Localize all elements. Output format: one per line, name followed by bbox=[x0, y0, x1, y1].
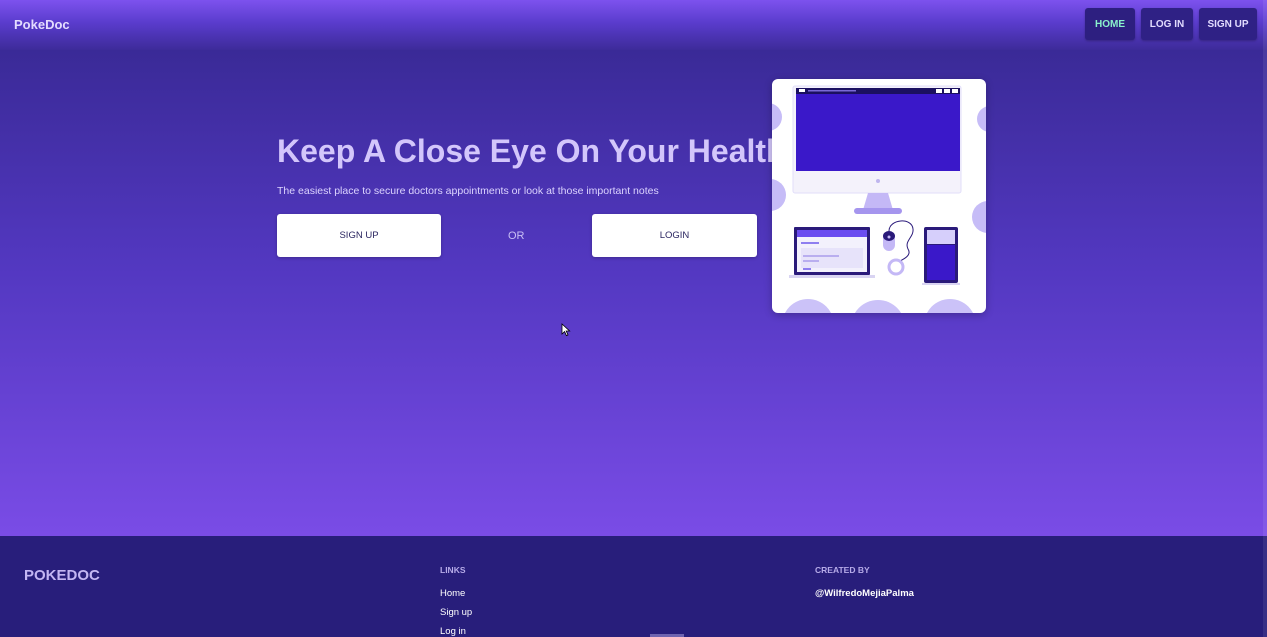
page-scrollbar[interactable] bbox=[1263, 0, 1267, 637]
navbar: PokeDoc HOME LOG IN SIGN UP bbox=[0, 0, 1267, 50]
footer-link-signup[interactable]: Sign up bbox=[440, 607, 472, 618]
or-divider-text: OR bbox=[508, 230, 525, 242]
hero-section: Keep A Close Eye On Your Health The easi… bbox=[0, 50, 1267, 536]
hero-subtitle: The easiest place to secure doctors appo… bbox=[277, 185, 659, 197]
footer: POKEDOC LINKS Home Sign up Log in CREATE… bbox=[0, 536, 1267, 637]
footer-created-heading: CREATED BY bbox=[815, 565, 870, 575]
devices-illustration bbox=[772, 79, 986, 313]
footer-link-home[interactable]: Home bbox=[440, 588, 465, 599]
footer-links-heading: LINKS bbox=[440, 565, 466, 575]
mouse-cursor-icon bbox=[561, 323, 571, 337]
devices-illustration-svg bbox=[772, 85, 986, 313]
footer-author-link[interactable]: @WilfredoMejiaPalma bbox=[815, 588, 914, 599]
nav-login-button[interactable]: LOG IN bbox=[1141, 8, 1193, 40]
brand-logo-text[interactable]: PokeDoc bbox=[14, 17, 70, 32]
hero-title: Keep A Close Eye On Your Health bbox=[277, 133, 786, 169]
nav-home-button[interactable]: HOME bbox=[1085, 8, 1135, 40]
login-button[interactable]: LOGIN bbox=[592, 214, 757, 257]
nav-signup-button[interactable]: SIGN UP bbox=[1199, 8, 1257, 40]
footer-link-login[interactable]: Log in bbox=[440, 626, 466, 637]
footer-brand: POKEDOC bbox=[24, 567, 100, 584]
signup-button[interactable]: SIGN UP bbox=[277, 214, 441, 257]
